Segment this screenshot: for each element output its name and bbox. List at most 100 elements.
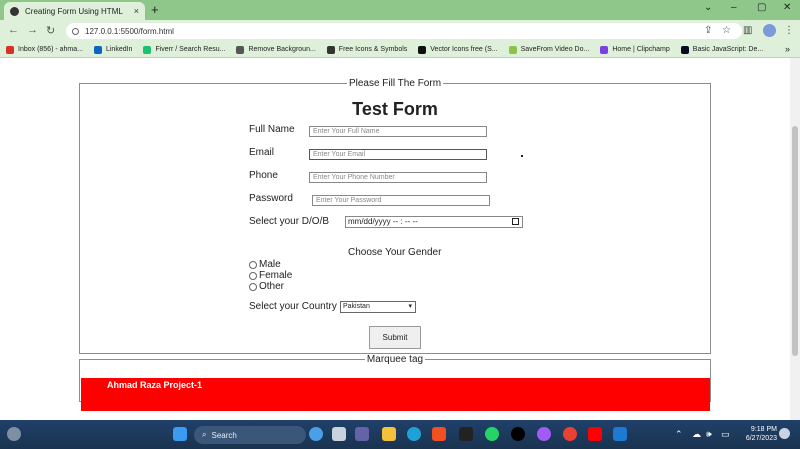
bookmark-item[interactable]: SaveFrom Video Do... — [508, 45, 590, 54]
address-bar[interactable]: 127.0.0.1:5500/form.html — [66, 23, 742, 39]
forward-icon[interactable]: → — [27, 24, 38, 36]
whatsapp-icon[interactable] — [485, 427, 499, 441]
email-label: Email — [249, 147, 275, 158]
side-panel-icon[interactable]: ▥ — [743, 25, 752, 36]
chevron-up-icon[interactable]: ⌃ — [675, 429, 683, 440]
battery-icon[interactable]: ▭ — [721, 429, 730, 440]
email-input[interactable]: Enter Your Email — [309, 149, 487, 160]
bookmark-label: Basic JavaScript: De... — [692, 46, 764, 53]
bookmark-item[interactable]: Fiverr / Search Resu... — [143, 45, 225, 54]
calendar-icon[interactable] — [512, 218, 519, 225]
scrollbar-thumb[interactable] — [792, 126, 798, 356]
new-tab-button[interactable]: + — [151, 3, 159, 17]
marquee-text: Ahmad Raza Project-1 — [107, 380, 203, 390]
youtube-icon[interactable] — [588, 427, 602, 441]
dob-input[interactable]: mm/dd/yyyy -- : -- -- — [345, 216, 523, 228]
gender-radio-female[interactable]: Female — [249, 270, 292, 281]
bookmarks-bar: Inbox (856) - ahma... LinkedIn Fiverr / Se… — [0, 42, 800, 58]
taskbar-search[interactable]: ⌕ Search — [194, 426, 306, 444]
app-icon[interactable] — [459, 427, 473, 441]
bookmark-item[interactable]: Home | Clipchamp — [600, 45, 670, 54]
marquee-band: Ahmad Raza Project-1 — [81, 378, 710, 411]
clock-date: 6/27/2023 — [745, 435, 777, 442]
browser-tab[interactable]: Creating Form Using HTML × — [4, 2, 145, 20]
copilot-icon[interactable] — [309, 427, 323, 441]
bookmark-label: LinkedIn — [105, 46, 133, 53]
bookmark-favicon-icon — [143, 45, 152, 54]
bookmark-favicon-icon — [6, 45, 14, 54]
edge-icon[interactable] — [407, 427, 421, 441]
bookmark-item[interactable]: Inbox (856) - ahma... — [6, 45, 83, 54]
start-icon[interactable] — [173, 427, 187, 441]
task-view-icon[interactable] — [332, 427, 346, 441]
bookmark-label: Home | Clipchamp — [612, 46, 670, 53]
gender-heading: Choose Your Gender — [348, 247, 442, 258]
password-input[interactable]: Enter Your Password — [312, 195, 490, 206]
dob-value: mm/dd/yyyy -- : -- -- — [348, 217, 418, 226]
radio-label: Male — [259, 259, 281, 270]
notification-icon[interactable] — [779, 428, 790, 439]
teams-icon[interactable] — [355, 427, 369, 441]
search-icon: ⌕ — [202, 430, 207, 439]
bookmark-item[interactable]: Basic JavaScript: De... — [680, 45, 764, 54]
weather-icon[interactable] — [7, 427, 21, 441]
stray-dot — [521, 155, 523, 157]
minimize-button[interactable]: – — [731, 2, 737, 13]
marquee-fieldset: Marquee tag Ahmad Raza Project-1 — [79, 354, 711, 411]
chevron-down-icon: ▾ — [408, 303, 412, 310]
bookmark-favicon-icon — [326, 45, 335, 54]
tab-close-icon[interactable]: × — [134, 6, 139, 16]
bookmark-item[interactable]: Remove Backgroun... — [236, 45, 316, 54]
radio-circle[interactable] — [249, 271, 257, 280]
profile-avatar[interactable] — [763, 24, 776, 37]
bookmark-favicon-icon — [93, 45, 102, 54]
site-info-icon[interactable] — [72, 27, 79, 35]
page-viewport: Please Fill The Form Test Form Full Name… — [0, 58, 790, 420]
close-window-button[interactable]: ✕ — [783, 2, 791, 13]
bookmark-label: Free Icons & Symbols — [338, 46, 408, 53]
tiktok-icon[interactable] — [511, 427, 525, 441]
globe-icon — [10, 6, 19, 16]
menu-icon[interactable]: ⋮ — [784, 25, 794, 36]
cloud-icon[interactable]: ☁ — [692, 429, 701, 440]
bookmarks-more-icon[interactable]: » — [785, 44, 790, 54]
gender-radio-other[interactable]: Other — [249, 281, 284, 292]
full-name-input[interactable]: Enter Your Full Name — [309, 126, 487, 137]
country-select[interactable]: Pakistan ▾ — [340, 301, 416, 313]
bookmark-star-icon[interactable]: ☆ — [722, 25, 731, 36]
vscode-icon[interactable] — [613, 427, 627, 441]
radio-circle[interactable] — [249, 260, 257, 269]
search-label: Search — [211, 430, 237, 440]
volume-icon[interactable]: 🕪 — [706, 429, 712, 440]
form-fieldset: Please Fill The Form Test Form Full Name… — [79, 78, 711, 354]
country-selected-value: Pakistan — [343, 303, 370, 310]
tab-search-icon[interactable]: ⌄ — [704, 2, 712, 13]
phone-input[interactable]: Enter Your Phone Number — [309, 172, 487, 183]
page-scrollbar[interactable] — [790, 58, 800, 420]
bookmark-item[interactable]: Free Icons & Symbols — [326, 45, 408, 54]
bookmark-item[interactable]: LinkedIn — [93, 45, 133, 54]
back-icon[interactable]: ← — [8, 24, 19, 36]
bookmark-favicon-icon — [418, 45, 427, 54]
dob-label: Select your D/O/B — [249, 216, 330, 227]
gender-radio-male[interactable]: Male — [249, 259, 281, 270]
store-icon[interactable] — [432, 427, 446, 441]
bookmark-label: SaveFrom Video Do... — [520, 46, 590, 53]
messenger-icon[interactable] — [537, 427, 551, 441]
bookmark-favicon-icon — [236, 45, 245, 54]
radio-label: Female — [259, 270, 293, 281]
marquee-legend: Marquee tag — [366, 354, 424, 365]
browser-tab-strip: Creating Form Using HTML × + ⌄ – ▢ ✕ — [0, 0, 800, 20]
file-explorer-icon[interactable] — [382, 427, 396, 441]
taskbar-clock[interactable]: 9:18 PM 6/27/2023 — [737, 425, 777, 443]
bookmark-label: Vector Icons free (S... — [430, 46, 498, 53]
chrome-icon[interactable] — [563, 427, 577, 441]
reload-icon[interactable]: ↻ — [46, 24, 55, 37]
maximize-button[interactable]: ▢ — [757, 2, 766, 13]
bookmark-item[interactable]: Vector Icons free (S... — [418, 45, 498, 54]
submit-button[interactable]: Submit — [369, 326, 421, 349]
share-icon[interactable]: ⇪ — [704, 25, 712, 36]
radio-circle[interactable] — [249, 282, 257, 291]
bookmark-favicon-icon — [600, 45, 609, 54]
bookmark-label: Remove Backgroun... — [248, 46, 316, 53]
